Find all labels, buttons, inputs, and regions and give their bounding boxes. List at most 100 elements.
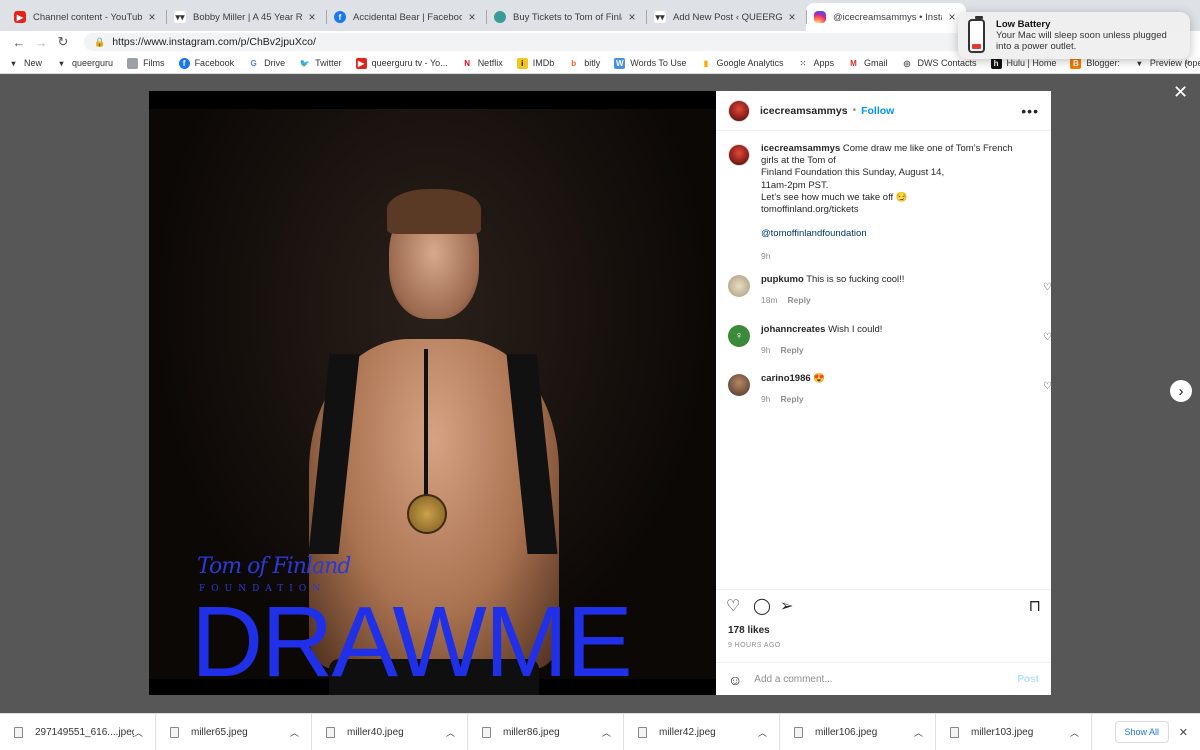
download-item[interactable]: miller103.jpeg ︿ <box>936 713 1092 750</box>
chevron-up-icon[interactable]: ︿ <box>914 726 923 739</box>
facebook-icon: f <box>178 57 190 69</box>
save-bookmark-icon[interactable]: ⊓ <box>1029 596 1041 616</box>
youtube-icon: ▶ <box>14 11 26 23</box>
comment-username[interactable]: johanncreates <box>761 324 825 335</box>
bookmark-queerguru-tv[interactable]: ▶ queerguru tv - Yo... <box>355 57 448 69</box>
bookmark-imdb[interactable]: i IMDb <box>516 57 554 69</box>
tab-instagram[interactable]: @icecreamsammys • Instagram × <box>806 3 966 31</box>
bookmark-label: bitly <box>584 58 601 68</box>
bookmark-films[interactable]: Films <box>127 57 165 69</box>
close-icon[interactable]: × <box>946 10 958 24</box>
forward-arrow-icon[interactable]: → <box>30 35 52 50</box>
download-filename: miller106.jpeg <box>815 726 878 738</box>
chevron-up-icon[interactable]: ︿ <box>758 726 767 739</box>
bookmark-words-to-use[interactable]: W Words To Use <box>614 57 686 69</box>
reply-button[interactable]: Reply <box>780 345 803 355</box>
bookmark-hulu[interactable]: h Hulu | Home <box>990 57 1056 69</box>
back-arrow-icon[interactable]: ← <box>8 35 30 50</box>
bookmark-gmail[interactable]: M Gmail <box>848 58 887 69</box>
bookmark-drive[interactable]: G Drive <box>248 58 285 69</box>
tab-title: Accidental Bear | Facebook <box>353 11 462 23</box>
reply-button[interactable]: Reply <box>788 295 811 305</box>
like-heart-icon[interactable]: ♡ <box>1043 332 1051 343</box>
bookmark-bitly[interactable]: b bitly <box>568 58 600 69</box>
bookmark-netflix[interactable]: N Netflix <box>462 58 503 69</box>
close-icon[interactable]: × <box>466 10 478 24</box>
close-icon[interactable]: ✕ <box>1179 726 1188 739</box>
more-options-icon[interactable]: ••• <box>1021 103 1039 119</box>
show-all-button[interactable]: Show All <box>1114 721 1169 743</box>
tab-buy-tickets[interactable]: Buy Tickets to Tom of Finland F × <box>486 3 646 31</box>
bookmark-label: Films <box>143 58 165 68</box>
avatar[interactable] <box>728 374 750 396</box>
add-comment-bar: ☺ Add a comment... Post <box>716 662 1051 696</box>
tab-accidental-bear[interactable]: f Accidental Bear | Facebook × <box>326 3 486 31</box>
bookmarks-overflow-icon[interactable]: » <box>1184 57 1190 68</box>
download-filename: miller103.jpeg <box>971 726 1034 738</box>
post-image[interactable]: Tom of Finland FOUNDATION DRAWME <box>149 91 716 695</box>
bookmark-queerguru[interactable]: ▾ queerguru <box>56 58 114 69</box>
author-username[interactable]: icecreamsammys <box>760 105 848 117</box>
bookmark-preview[interactable]: ▾ Preview (opens in... <box>1134 58 1200 69</box>
close-icon[interactable]: × <box>306 10 318 24</box>
bookmark-google-analytics[interactable]: ▮ Google Analytics <box>700 58 784 69</box>
comment-time: 9h <box>761 394 771 405</box>
bookmark-twitter[interactable]: 🐦 Twitter <box>299 58 342 69</box>
chevron-up-icon[interactable]: ︿ <box>1070 726 1079 739</box>
close-icon[interactable]: × <box>626 10 638 24</box>
low-battery-notification[interactable]: Low Battery Your Mac will sleep soon unl… <box>958 12 1190 59</box>
likes-count[interactable]: 178 likes <box>728 625 770 636</box>
download-item[interactable]: miller106.jpeg ︿ <box>780 713 936 750</box>
globe-icon <box>494 11 506 23</box>
reload-icon[interactable]: ↻ <box>52 34 74 50</box>
download-item[interactable]: miller86.jpeg ︿ <box>468 713 624 750</box>
download-item[interactable]: miller40.jpeg ︿ <box>312 713 468 750</box>
bookmark-dws-contacts[interactable]: ◎ DWS Contacts <box>902 58 977 69</box>
comment-username[interactable]: pupkumo <box>761 274 804 285</box>
chevron-up-icon[interactable]: ︿ <box>602 726 611 739</box>
caption-line: Finland Foundation this Sunday, August 1… <box>761 167 945 179</box>
avatar[interactable] <box>728 275 750 297</box>
comment-input[interactable]: Add a comment... <box>754 674 1017 685</box>
like-heart-icon[interactable]: ♡ <box>1043 282 1051 293</box>
tab-bobby-miller[interactable]: ▾▾ Bobby Miller | A 45 Year Retro × <box>166 3 326 31</box>
file-icon <box>638 726 647 738</box>
url-path: /p/ChBv2jpuXco/ <box>237 36 316 48</box>
mention-link[interactable]: @tomoffinlandfoundation <box>761 228 867 239</box>
avatar[interactable]: ♀ <box>728 325 750 347</box>
caption-line: Come draw me like one of Tom’s French <box>842 143 1013 154</box>
follow-button[interactable]: Follow <box>861 105 894 117</box>
close-icon[interactable]: ✕ <box>1173 83 1188 101</box>
caption-username[interactable]: icecreamsammys <box>761 143 840 154</box>
next-post-arrow-icon[interactable]: › <box>1170 380 1192 402</box>
chevron-up-icon[interactable]: ︿ <box>446 726 455 739</box>
download-item[interactable]: 297149551_616....jpeg ︿ <box>0 713 156 750</box>
like-heart-icon[interactable]: ♡ <box>1043 381 1051 392</box>
address-bar[interactable]: 🔒 https://www.instagram.com/p/ChBv2jpuXc… <box>84 33 1014 51</box>
tab-add-new-post[interactable]: ▾▾ Add New Post ‹ QUEERGURU × <box>646 3 806 31</box>
bookmark-blogger[interactable]: B Blogger: <box>1070 57 1120 69</box>
avatar[interactable] <box>728 144 750 166</box>
bookmark-facebook[interactable]: f Facebook <box>178 57 234 69</box>
brand-logo-script: Tom of Finland <box>197 554 351 579</box>
tab-youtube-studio[interactable]: ▶ Channel content - YouTube Stu × <box>6 3 166 31</box>
comment-bubble-icon[interactable]: ◯ <box>753 596 780 616</box>
comment-username[interactable]: carino1986 <box>761 373 811 384</box>
close-icon[interactable]: × <box>786 10 798 24</box>
bookmark-apps[interactable]: ⁙ Apps <box>797 58 834 69</box>
reply-button[interactable]: Reply <box>780 394 803 404</box>
emoji-icon[interactable]: ☺ <box>728 672 742 688</box>
bookmark-new[interactable]: ▾ New <box>8 58 42 69</box>
share-send-icon[interactable]: ➢ <box>780 596 807 616</box>
avatar[interactable] <box>728 99 750 122</box>
bookmark-label: Google Analytics <box>716 58 784 68</box>
chevron-up-icon[interactable]: ︿ <box>290 726 299 739</box>
download-item[interactable]: miller65.jpeg ︿ <box>156 713 312 750</box>
close-icon[interactable]: × <box>146 10 158 24</box>
bookmark-label: Twitter <box>315 58 342 68</box>
like-heart-icon[interactable]: ♡ <box>726 596 753 616</box>
chevron-up-icon[interactable]: ︿ <box>134 726 143 739</box>
post-comment-button[interactable]: Post <box>1017 674 1039 685</box>
download-item[interactable]: miller42.jpeg ︿ <box>624 713 780 750</box>
bookmark-label: Netflix <box>477 58 503 68</box>
